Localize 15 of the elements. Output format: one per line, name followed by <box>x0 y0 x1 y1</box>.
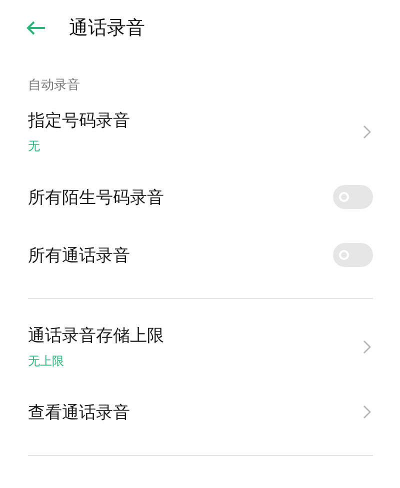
setting-label[interactable]: 指定号码录音 <box>28 109 130 132</box>
toggle-switch[interactable] <box>333 185 373 209</box>
chevron-right-icon[interactable] <box>363 340 371 354</box>
back-icon[interactable] <box>26 21 46 35</box>
toggle-switch[interactable] <box>333 243 373 267</box>
chevron-right-icon[interactable] <box>363 125 371 139</box>
setting-label[interactable]: 通话录音存储上限 <box>28 324 164 347</box>
setting-label[interactable]: 所有通话录音 <box>28 244 130 266</box>
setting-value: 无 <box>28 138 41 155</box>
page-title: 通话录音 <box>69 16 145 41</box>
setting-value: 无上限 <box>28 353 65 370</box>
section-header: 自动录音 <box>28 77 81 95</box>
chevron-right-icon[interactable] <box>363 405 371 419</box>
setting-label[interactable]: 所有陌生号码录音 <box>28 186 164 208</box>
setting-label[interactable]: 查看通话录音 <box>28 400 130 424</box>
